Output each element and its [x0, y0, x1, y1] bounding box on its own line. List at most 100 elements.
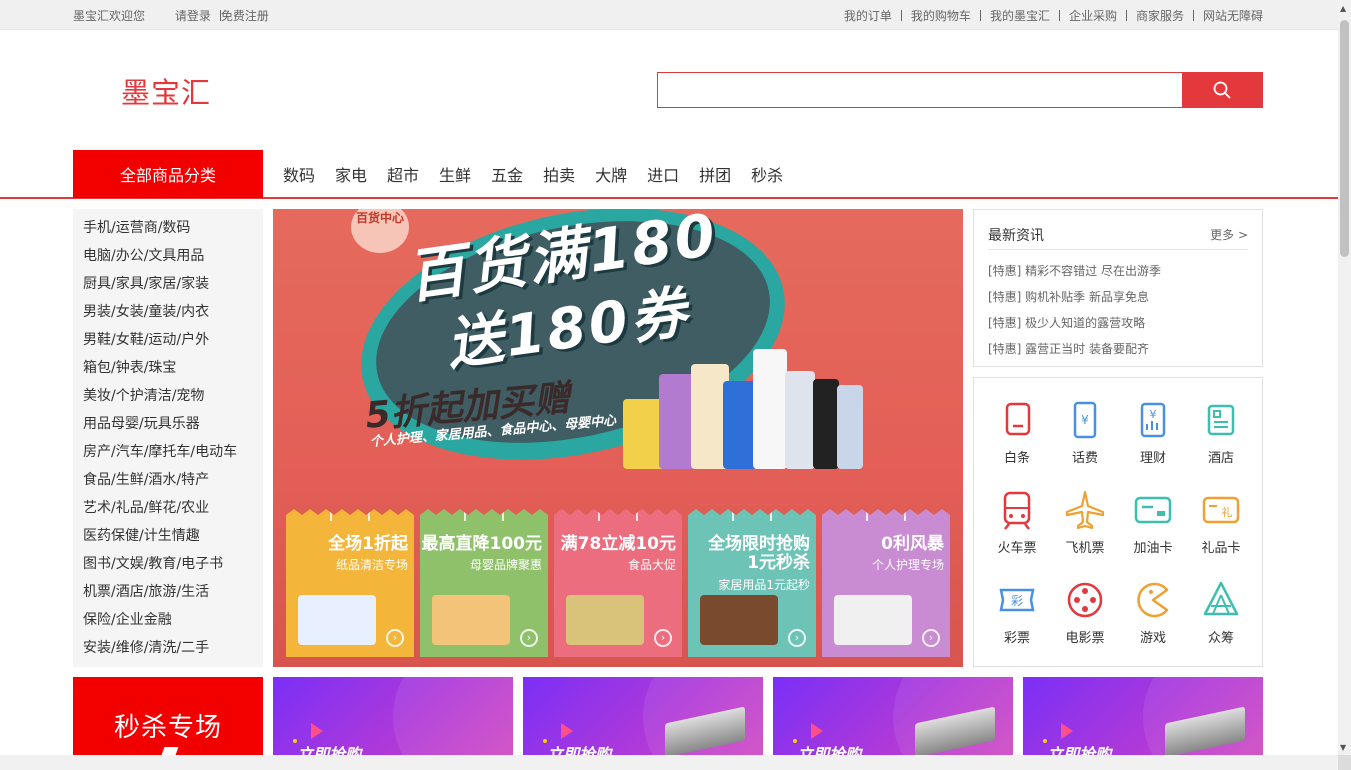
- service-gift-card[interactable]: 礼礼品卡: [1187, 488, 1255, 568]
- promo-tile[interactable]: 全场限时抢购 1元秒杀 家居用品1元起秒 ›: [688, 509, 816, 657]
- nav-link[interactable]: 大牌: [595, 162, 627, 186]
- ious-icon: [995, 398, 1039, 442]
- service-lottery[interactable]: 彩彩票: [983, 578, 1051, 658]
- category-item[interactable]: 保险/企业金融: [73, 610, 263, 638]
- tile-product-image: [834, 595, 912, 645]
- service-crowdfunding[interactable]: 众筹: [1187, 578, 1255, 658]
- news-more-link[interactable]: 更多 >: [1210, 226, 1248, 243]
- category-item[interactable]: 男装/女装/童装/内衣: [73, 302, 263, 330]
- category-item[interactable]: 机票/酒店/旅游/生活: [73, 582, 263, 610]
- category-item[interactable]: 男鞋/女鞋/运动/户外: [73, 330, 263, 358]
- top-link[interactable]: 企业采购: [1069, 7, 1117, 24]
- nav-link[interactable]: 进口: [647, 162, 679, 186]
- scroll-up-arrow-icon[interactable]: ▲: [1340, 4, 1346, 13]
- news-item[interactable]: [特惠] 极少人知道的露营攻略: [988, 310, 1252, 336]
- horizontal-scrollbar[interactable]: [0, 755, 1338, 770]
- service-finance[interactable]: ¥ 理财: [1119, 398, 1187, 478]
- category-item[interactable]: 食品/生鲜/酒水/特产: [73, 470, 263, 498]
- category-item[interactable]: 美妆/个护清洁/宠物: [73, 386, 263, 414]
- service-phone[interactable]: ¥ 话费: [1051, 398, 1119, 478]
- service-movie[interactable]: 电影票: [1051, 578, 1119, 658]
- promo-banner[interactable]: 百货中心 百货满180 送180券 5折起加买赠 个人护理、家居用品、食品中心、…: [273, 209, 963, 667]
- all-categories-button[interactable]: 全部商品分类: [73, 150, 263, 198]
- service-hotel[interactable]: 酒店: [1187, 398, 1255, 478]
- tile-subtitle: 食品大促: [627, 558, 676, 572]
- top-links: 我的订单 我的购物车 我的墨宝汇 企业采购 商家服务 网站无障碍: [844, 7, 1263, 24]
- phone-icon: ¥: [1063, 398, 1107, 442]
- scrollbar-corner: [1338, 755, 1351, 770]
- gift-card-icon: 礼: [1199, 488, 1243, 532]
- nav-link[interactable]: 超市: [387, 162, 419, 186]
- divider: [1058, 9, 1060, 21]
- nav-link[interactable]: 拼团: [699, 162, 731, 186]
- category-item[interactable]: 艺术/礼品/鲜花/农业: [73, 498, 263, 526]
- train-icon: [995, 488, 1039, 532]
- promo-tile[interactable]: 最高直降100元 母婴品牌聚惠 ›: [420, 509, 548, 657]
- top-link[interactable]: 网站无障碍: [1203, 7, 1263, 24]
- search-input[interactable]: [658, 73, 1182, 107]
- chevron-right-icon: ›: [520, 629, 538, 647]
- promo-tile[interactable]: 满78立减10元 食品大促 ›: [554, 509, 682, 657]
- news-title: 最新资讯: [988, 227, 1044, 244]
- movie-icon: [1063, 578, 1107, 622]
- top-link[interactable]: 商家服务: [1136, 7, 1184, 24]
- tile-product-image: [432, 595, 510, 645]
- main-nav: 全部商品分类 数码 家电 超市 生鲜 五金 拍卖 大牌 进口 拼团 秒杀: [0, 150, 1338, 199]
- category-item[interactable]: 电脑/办公/文具用品: [73, 246, 263, 274]
- service-label: 礼品卡: [1201, 541, 1241, 556]
- category-item[interactable]: 医药保健/计生情趣: [73, 526, 263, 554]
- bag-handle-icon: [598, 509, 638, 521]
- service-label: 彩票: [1003, 631, 1030, 646]
- nav-link[interactable]: 五金: [491, 162, 523, 186]
- welcome-text: 墨宝汇欢迎您: [73, 8, 146, 23]
- category-item[interactable]: 用品母婴/玩具乐器: [73, 414, 263, 442]
- nav-link[interactable]: 数码: [283, 162, 315, 186]
- service-label: 飞机票: [1065, 541, 1105, 556]
- top-link[interactable]: 我的订单: [844, 7, 892, 24]
- news-item[interactable]: [特惠] 精彩不容错过 尽在出游季: [988, 258, 1252, 284]
- scroll-down-arrow-icon[interactable]: ▼: [1340, 743, 1346, 752]
- category-item[interactable]: 箱包/钟表/珠宝: [73, 358, 263, 386]
- lottery-icon: 彩: [995, 578, 1039, 622]
- site-logo[interactable]: 墨宝汇: [121, 70, 211, 112]
- service-game[interactable]: 游戏: [1119, 578, 1187, 658]
- nav-link[interactable]: 家电: [335, 162, 367, 186]
- category-item[interactable]: 图书/文娱/教育/电子书: [73, 554, 263, 582]
- nav-link[interactable]: 秒杀: [751, 162, 783, 186]
- category-item[interactable]: 安装/维修/清洗/二手: [73, 638, 263, 666]
- category-sidebar: 手机/运营商/数码 电脑/办公/文具用品 厨具/家具/家居/家装 男装/女装/童装/内…: [73, 209, 263, 667]
- nav-link[interactable]: 生鲜: [439, 162, 471, 186]
- bag-handle-icon: [464, 509, 504, 521]
- service-ious[interactable]: 白条: [983, 398, 1051, 478]
- news-item[interactable]: [特惠] 露营正当时 装备要配齐: [988, 336, 1252, 362]
- divider: [900, 9, 902, 21]
- news-item[interactable]: [特惠] 购机补贴季 新品享免息: [988, 284, 1252, 310]
- scrollbar-thumb[interactable]: [1340, 20, 1349, 257]
- service-plane[interactable]: 飞机票: [1051, 488, 1119, 568]
- finance-icon: ¥: [1131, 398, 1175, 442]
- promo-tile[interactable]: 0利风暴 个人护理专场 ›: [822, 509, 950, 657]
- category-item[interactable]: 厨具/家具/家居/家装: [73, 274, 263, 302]
- vertical-scrollbar[interactable]: ▲ ▼: [1338, 0, 1351, 770]
- login-link[interactable]: 请登录: [175, 9, 211, 23]
- svg-text:礼: 礼: [1222, 505, 1233, 519]
- category-item[interactable]: 房产/汽车/摩托车/电动车: [73, 442, 263, 470]
- top-link[interactable]: 我的购物车: [911, 7, 971, 24]
- bag-handle-icon: [330, 509, 370, 521]
- service-label: 电影票: [1065, 631, 1105, 646]
- divider: [1192, 9, 1194, 21]
- bag-handle-icon: [732, 509, 772, 521]
- banner-products-image: [623, 344, 863, 469]
- play-icon: [1061, 723, 1073, 739]
- register-link[interactable]: 免费注册: [221, 9, 269, 23]
- search-button[interactable]: [1182, 73, 1262, 107]
- promo-tile[interactable]: 全场1折起 纸品清洁专场 ›: [286, 509, 414, 657]
- category-item[interactable]: 手机/运营商/数码: [73, 218, 263, 246]
- nav-link[interactable]: 拍卖: [543, 162, 575, 186]
- tile-subtitle: 家居用品1元起秒: [718, 578, 810, 592]
- service-fuel-card[interactable]: 加油卡: [1119, 488, 1187, 568]
- service-train[interactable]: 火车票: [983, 488, 1051, 568]
- top-link[interactable]: 我的墨宝汇: [990, 7, 1050, 24]
- tile-subtitle: 纸品清洁专场: [335, 558, 408, 572]
- bag-handle-icon: [866, 509, 906, 521]
